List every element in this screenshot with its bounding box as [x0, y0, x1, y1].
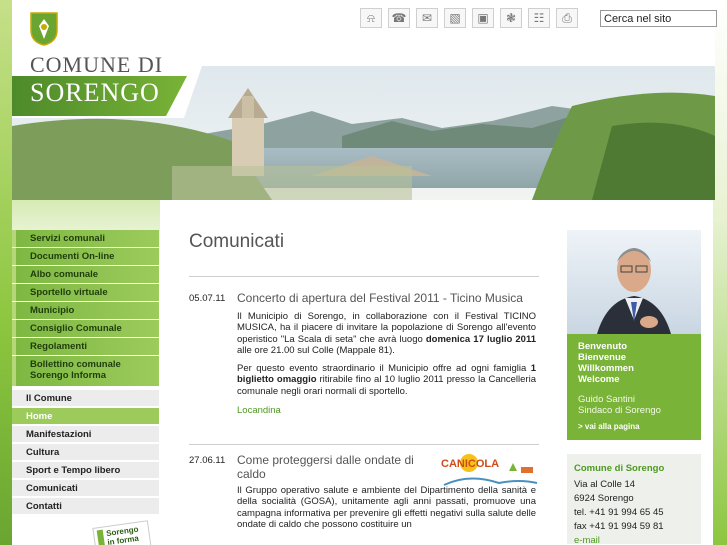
contact-city: 6924 Sorengo [574, 493, 634, 504]
right-column: Benvenuto Bienvenue Willkommen Welcome G… [567, 230, 701, 545]
search-input[interactable] [600, 10, 717, 27]
welcome-greetings: Benvenuto Bienvenue Willkommen Welcome [578, 341, 634, 385]
mail-icon[interactable]: ✉ [416, 8, 438, 28]
entry-paragraph-2: Per questo evento straordinario il Munic… [237, 363, 536, 397]
bell-icon[interactable]: ⍾ [360, 8, 382, 28]
contact-title: Comune di Sorengo [574, 463, 665, 474]
news-entry: 27.06.11 Come proteggersi dalle ondate d… [189, 453, 539, 545]
header: COMUNE DI SORENGO ⍾ ☎ ✉ ▧ ▣ ❃ ☷ ⎙ [12, 0, 717, 200]
camera-icon[interactable]: ▣ [472, 8, 494, 28]
canicola-illustration: CANICOLA [439, 453, 539, 489]
nav-item-albo-comunale[interactable]: Albo comunale [12, 266, 159, 283]
nav-item-municipio[interactable]: Municipio [12, 302, 159, 319]
go-to-page-link[interactable]: > vai alla pagina [578, 422, 640, 431]
nav-item-manifestazioni[interactable]: Manifestazioni [12, 426, 159, 443]
mayor-photo [567, 230, 701, 334]
coat-of-arms-icon [30, 12, 58, 46]
entry-date: 05.07.11 [189, 293, 226, 304]
nav-item-home[interactable]: Home [12, 408, 159, 425]
locandina-link[interactable]: Locandina [237, 405, 536, 416]
phone-icon[interactable]: ☎ [388, 8, 410, 28]
entry-title[interactable]: Come proteggersi dalle ondate di caldo [237, 453, 427, 481]
nav-item-regolamenti[interactable]: Regolamenti [12, 338, 159, 355]
nav-item-consiglio-comunale[interactable]: Consiglio Comunale [12, 320, 159, 337]
entry-date: 27.06.11 [189, 455, 226, 466]
nav-item-cultura[interactable]: Cultura [12, 444, 159, 461]
mayor-caption: Guido Santini Sindaco di Sorengo [578, 394, 661, 416]
nav-item-servizi-comunali[interactable]: Servizi comunali [12, 230, 159, 247]
sorengo-in-forma-badge[interactable]: Sorengo in forma [92, 520, 152, 545]
entry-paragraph-1: Il Municipio di Sorengo, in collaborazio… [237, 311, 536, 356]
svg-text:CANICOLA: CANICOLA [441, 458, 499, 470]
nav-item-contatti[interactable]: Contatti [12, 498, 159, 515]
nav-item-comunicati[interactable]: Comunicati [12, 480, 159, 497]
logo-text-comune: COMUNE DI [30, 52, 164, 77]
print-icon[interactable]: ⎙ [556, 8, 578, 28]
primary-nav: Servizi comunali Documenti On-line Albo … [12, 230, 159, 387]
entry-paragraph-1: Il Gruppo operativo salute e ambiente de… [237, 485, 536, 530]
secondary-nav: Il Comune Home Manifestazioni Cultura Sp… [12, 390, 159, 516]
badge-bar [96, 529, 106, 545]
right-decor-strip [713, 0, 727, 545]
divider [189, 444, 539, 445]
map-icon[interactable]: ▧ [444, 8, 466, 28]
nav-item-il-comune[interactable]: Il Comune [12, 390, 159, 407]
main-content: Comunicati 05.07.11 Concerto di apertura… [177, 200, 540, 545]
news-entry: 05.07.11 Concerto di apertura del Festiv… [189, 291, 539, 428]
page-title: Comunicati [189, 231, 285, 252]
nav-item-sportello-virtuale[interactable]: Sportello virtuale [12, 284, 159, 301]
contact-street: Via al Colle 14 [574, 479, 636, 490]
toolbar: ⍾ ☎ ✉ ▧ ▣ ❃ ☷ ⎙ [360, 8, 578, 30]
contact-email-link[interactable]: e-mail [574, 534, 694, 545]
logo-text-sorengo[interactable]: SORENGO [30, 78, 160, 108]
nav-item-bollettino-comunale[interactable]: Bollettino comunale Sorengo Informa [12, 356, 159, 386]
left-decor-strip [0, 0, 12, 545]
entry-title[interactable]: Concerto di apertura del Festival 2011 -… [237, 291, 537, 305]
divider [189, 276, 539, 277]
contact-tel: tel. +41 91 994 65 45 [574, 507, 664, 518]
sitemap-icon[interactable]: ☷ [528, 8, 550, 28]
nav-item-documenti-online[interactable]: Documenti On-line [12, 248, 159, 265]
nav-item-sport-tempo-libero[interactable]: Sport e Tempo libero [12, 462, 159, 479]
welcome-box: Benvenuto Bienvenue Willkommen Welcome G… [567, 230, 701, 440]
contact-fax: fax +41 91 994 59 81 [574, 521, 664, 532]
sidebar: Servizi comunali Documenti On-line Albo … [12, 200, 160, 545]
bike-icon[interactable]: ❃ [500, 8, 522, 28]
contact-box: Comune di Sorengo Via al Colle 14 6924 S… [567, 454, 701, 545]
